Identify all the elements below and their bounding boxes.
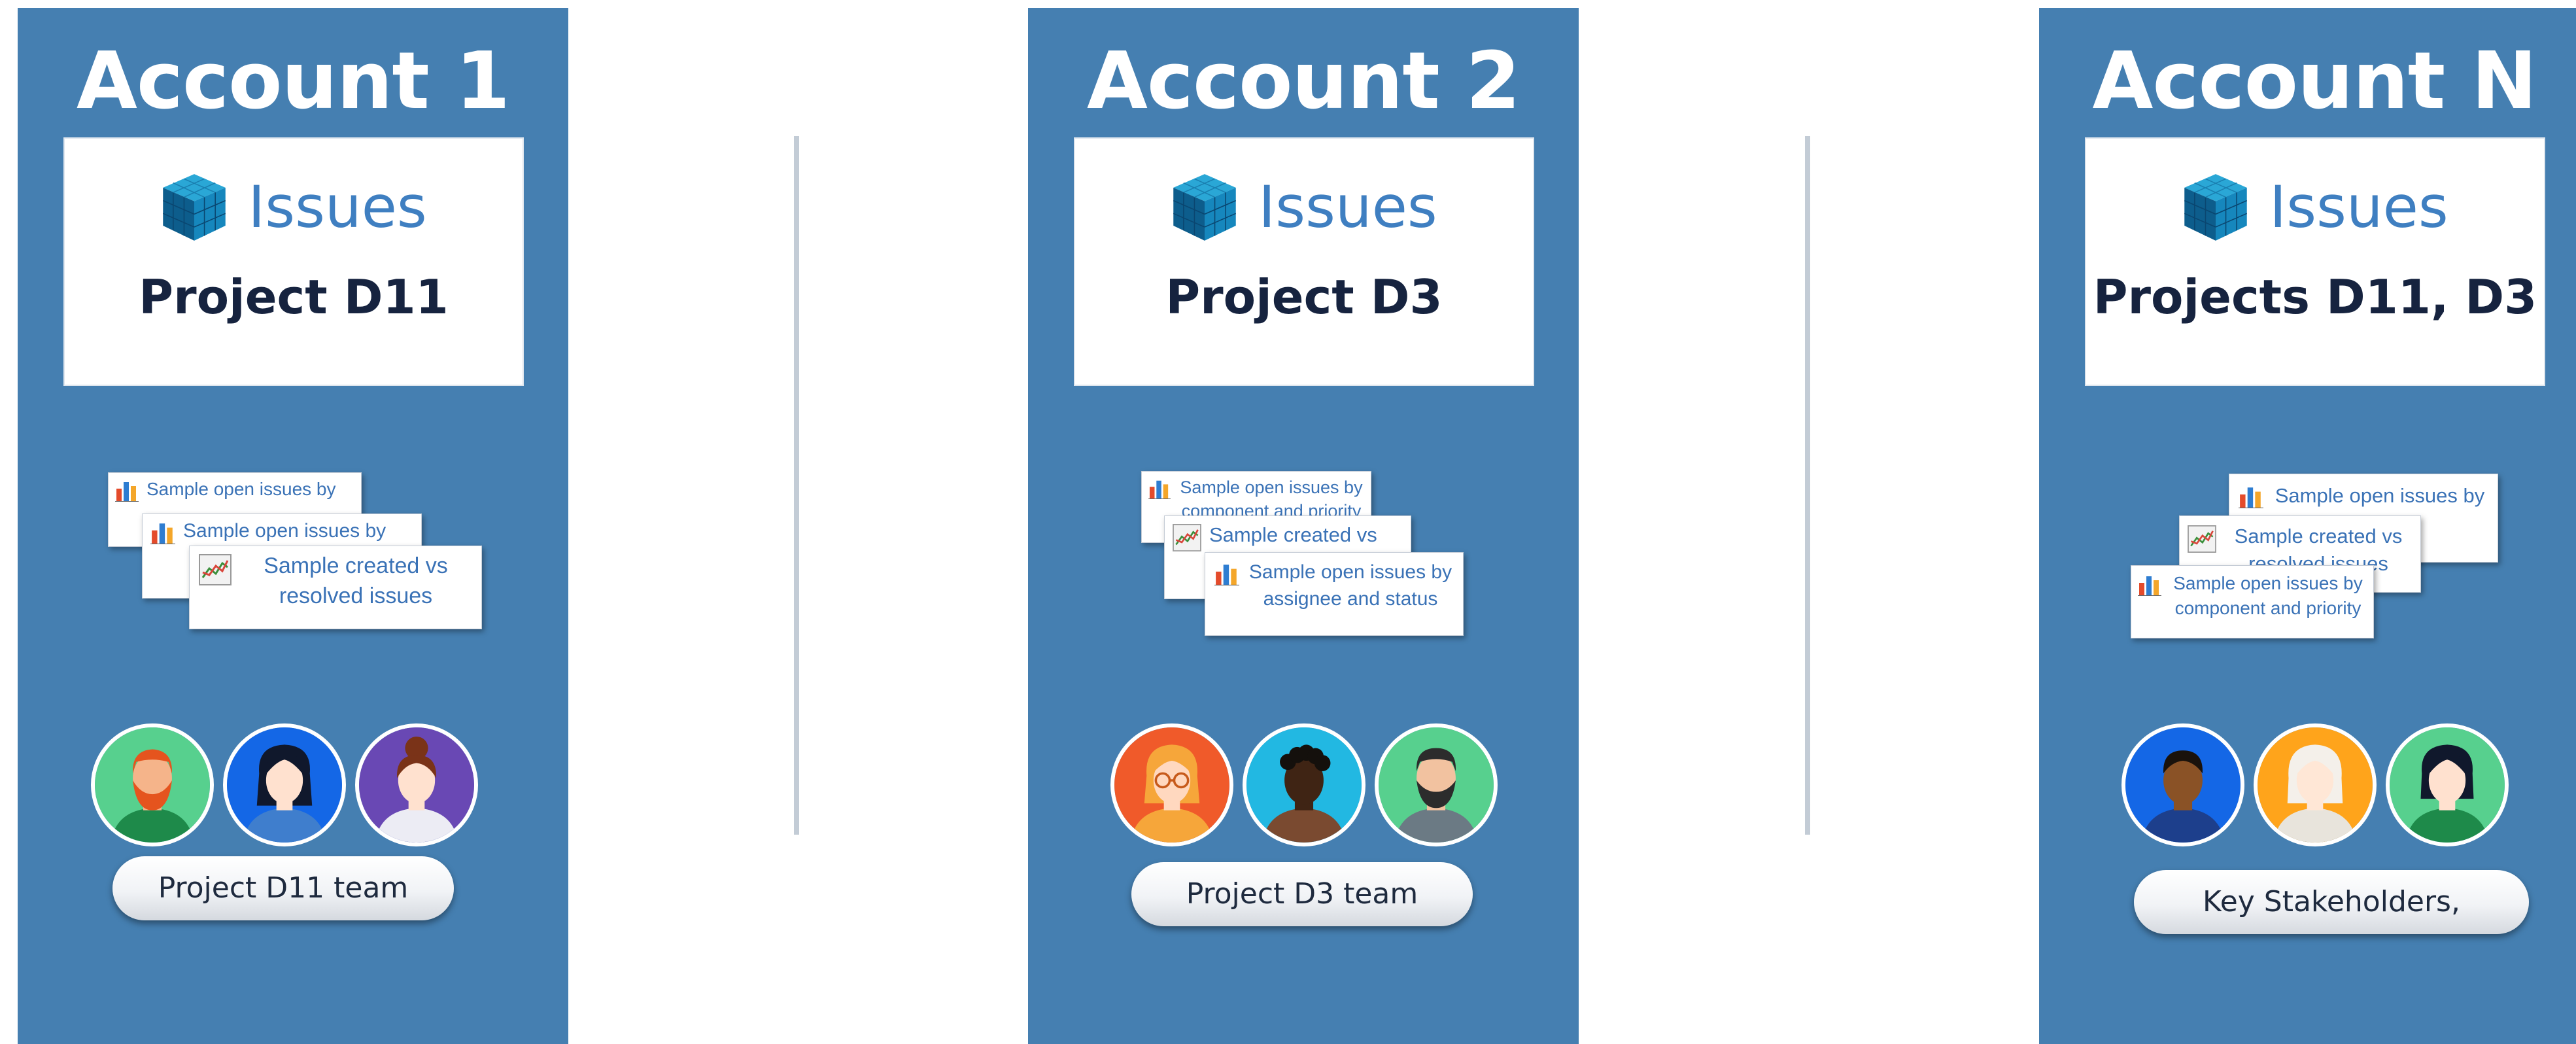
- gadget-title: Sample open issues by assignee and statu…: [1248, 561, 1452, 610]
- issues-card: Issues Projects D11, D3: [2085, 137, 2545, 386]
- separator-line: [794, 136, 799, 835]
- avatar-curly-haired-man: [1243, 723, 1365, 846]
- avatar-bearded-man: [1375, 723, 1498, 846]
- account-panel-2: Account 2 Issues Project D3 Sample open …: [1028, 8, 1579, 1044]
- person-icon: [1246, 727, 1362, 843]
- avatar-dark-haired-woman: [223, 723, 346, 846]
- project-name: Projects D11, D3: [2093, 270, 2537, 324]
- person-icon: [2258, 727, 2373, 843]
- separator-line: [1805, 136, 1810, 835]
- project-name: Project D3: [1165, 270, 1443, 324]
- line-chart-icon: [2188, 525, 2216, 553]
- issues-label: Issues: [1258, 173, 1437, 241]
- gadget-card: Sample open issues by assignee and statu…: [1205, 552, 1464, 636]
- issues-header: Issues: [2086, 171, 2544, 243]
- gadget-title: Sample open issues by: [183, 520, 386, 542]
- cube-icon: [2184, 174, 2248, 241]
- issues-header: Issues: [65, 171, 523, 243]
- issues-card: Issues Project D11: [63, 137, 524, 386]
- account-title: Account N: [2092, 36, 2537, 127]
- bar-chart-icon: [1148, 480, 1171, 499]
- avatar-bun-haired-woman: [355, 723, 478, 846]
- person-icon: [227, 727, 342, 843]
- person-icon: [2125, 727, 2241, 843]
- account-panel-1: Account 1 Issues Project D11 Sample open…: [18, 8, 568, 1044]
- gadget-title: Sample created vs resolved issues: [264, 553, 448, 608]
- account-title: Account 1: [76, 36, 510, 127]
- team-badge: Project D3 team: [1131, 862, 1473, 926]
- person-icon: [1379, 727, 1494, 843]
- bar-chart-icon: [150, 523, 175, 544]
- project-name: Project D11: [139, 270, 449, 324]
- bar-chart-icon: [1214, 565, 1239, 585]
- account-title: Account 2: [1086, 36, 1520, 127]
- gadget-card: Sample open issues by component and prio…: [2131, 565, 2374, 638]
- bar-chart-icon: [2138, 576, 2161, 596]
- bar-chart-icon: [2239, 487, 2263, 508]
- avatar-woman-glasses: [1110, 723, 1233, 846]
- team-badge: Project D11 team: [112, 856, 454, 920]
- avatar-man: [2121, 723, 2244, 846]
- gadget-card: Sample created vs resolved issues: [189, 546, 482, 629]
- bar-chart-icon: [115, 482, 139, 502]
- issues-card: Issues Project D3: [1074, 137, 1534, 386]
- account-panel-n: Account N Issues Projects D11, D3 Sample…: [2039, 8, 2576, 1044]
- person-icon: [359, 727, 474, 843]
- line-chart-icon: [1173, 524, 1201, 551]
- cube-icon: [163, 174, 226, 241]
- team-badge: Key Stakeholders,: [2134, 870, 2529, 934]
- line-chart-icon: [199, 554, 232, 585]
- avatar-red-bearded-man: [91, 723, 214, 846]
- issues-header: Issues: [1075, 171, 1533, 243]
- gadget-title: Sample created vs: [1209, 523, 1377, 546]
- person-icon: [2390, 727, 2505, 843]
- person-icon: [95, 727, 210, 843]
- avatar-woman: [2386, 723, 2509, 846]
- person-icon: [1114, 727, 1229, 843]
- cube-icon: [1173, 174, 1237, 241]
- gadget-title: Sample open issues by component and prio…: [2173, 573, 2363, 618]
- issues-label: Issues: [248, 173, 427, 241]
- gadget-title: Sample open issues by: [146, 479, 336, 499]
- issues-label: Issues: [2269, 173, 2448, 241]
- avatar-white-haired-woman: [2254, 723, 2377, 846]
